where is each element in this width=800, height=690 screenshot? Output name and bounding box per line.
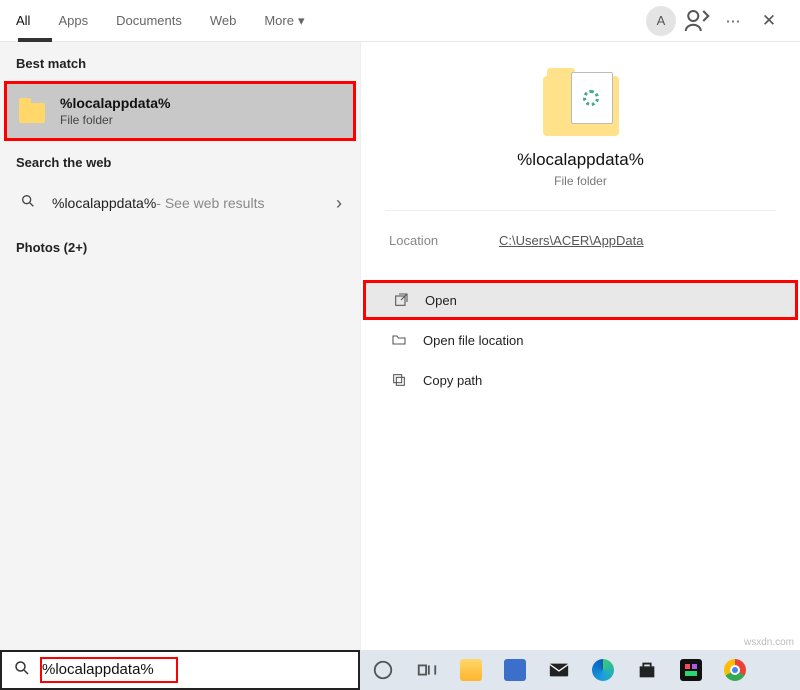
- watermark: wsxdn.com: [744, 637, 794, 648]
- preview-subtitle: File folder: [554, 174, 607, 188]
- search-web-label: Search the web: [0, 141, 360, 180]
- taskbar-mail-icon[interactable]: [546, 657, 572, 683]
- search-icon: [2, 659, 42, 682]
- action-open[interactable]: Open: [363, 280, 798, 320]
- taskbar-explorer-icon[interactable]: [458, 657, 484, 683]
- search-input[interactable]: [42, 661, 352, 678]
- folder-icon: [18, 97, 46, 125]
- more-icon[interactable]: ⋯: [718, 6, 748, 36]
- best-match-subtitle: File folder: [60, 113, 170, 127]
- taskbar-chrome-icon[interactable]: [722, 657, 748, 683]
- copy-icon: [389, 372, 409, 388]
- photos-label[interactable]: Photos (2+): [0, 226, 360, 265]
- taskbar-edge-icon[interactable]: [590, 657, 616, 683]
- folder-large-icon: [543, 76, 619, 136]
- taskbar-word-icon[interactable]: [502, 657, 528, 683]
- taskbar: [360, 650, 800, 690]
- taskbar-app-icon[interactable]: [678, 657, 704, 683]
- open-icon: [391, 292, 411, 308]
- taskbar-cortana-icon[interactable]: [370, 657, 396, 683]
- close-icon[interactable]: ✕: [754, 6, 784, 36]
- search-bar[interactable]: [0, 650, 360, 690]
- best-match-title: %localappdata%: [60, 95, 170, 111]
- folder-open-icon: [389, 332, 409, 348]
- web-result-term: %localappdata%: [52, 195, 156, 211]
- chevron-down-icon: ▾: [298, 13, 305, 29]
- search-icon: [18, 193, 38, 213]
- best-match-label: Best match: [0, 42, 360, 81]
- account-avatar[interactable]: A: [646, 6, 676, 36]
- tab-all[interactable]: All: [2, 0, 44, 42]
- web-result-hint: - See web results: [156, 195, 264, 211]
- action-copy-path[interactable]: Copy path: [361, 360, 800, 400]
- feedback-icon[interactable]: [682, 6, 712, 36]
- best-match-item[interactable]: %localappdata% File folder: [4, 81, 356, 141]
- tab-apps[interactable]: Apps: [44, 0, 102, 42]
- location-link[interactable]: C:\Users\ACER\AppData: [499, 233, 644, 248]
- tab-documents[interactable]: Documents: [102, 0, 196, 42]
- web-result-item[interactable]: %localappdata% - See web results ›: [0, 180, 360, 226]
- taskbar-taskview-icon[interactable]: [414, 657, 440, 683]
- taskbar-store-icon[interactable]: [634, 657, 660, 683]
- location-label: Location: [389, 233, 499, 248]
- preview-title: %localappdata%: [517, 150, 644, 170]
- action-open-location[interactable]: Open file location: [361, 320, 800, 360]
- tab-web[interactable]: Web: [196, 0, 251, 42]
- chevron-right-icon: ›: [336, 193, 342, 214]
- tab-more[interactable]: More▾: [250, 0, 318, 42]
